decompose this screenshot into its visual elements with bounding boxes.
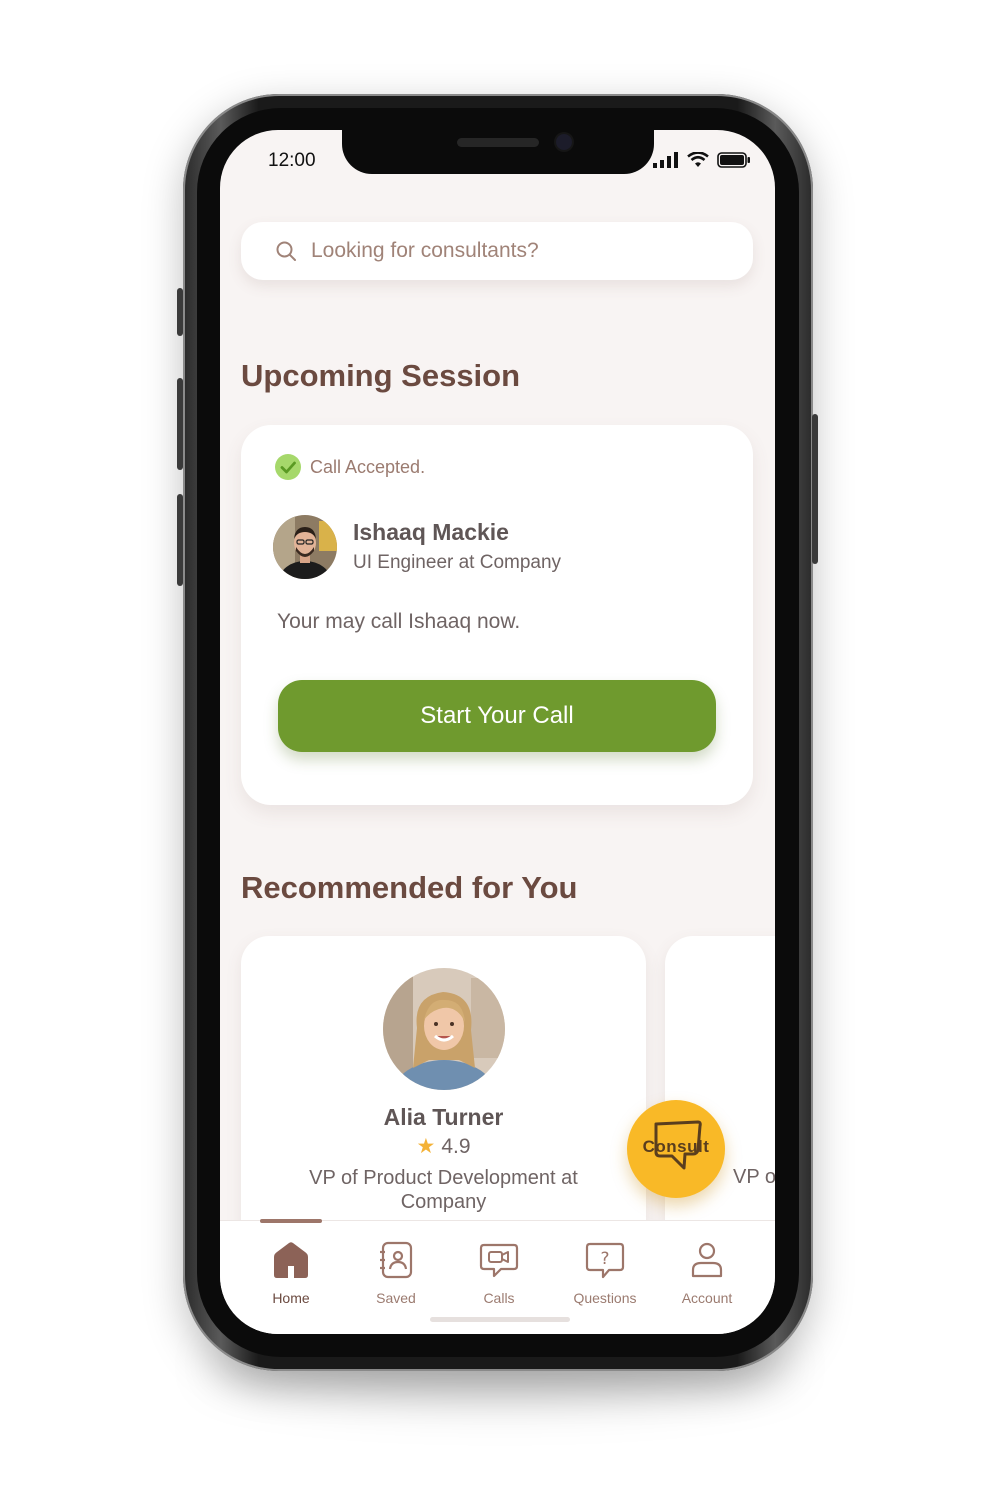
rating-value: 4.9 [441,1135,471,1158]
consultant-role: VP of Product Development at Company [309,1167,578,1213]
tab-label: Questions [573,1290,637,1306]
tab-label: Calls [483,1290,515,1306]
home-indicator [430,1317,570,1322]
wifi-icon [687,152,709,167]
consult-label: Consult [642,1137,710,1156]
check-circle-icon [275,454,301,480]
status-icons [653,152,751,168]
start-call-button[interactable]: Start Your Call [278,680,716,752]
consultant-card-partial[interactable]: VP o [665,936,775,1256]
avatar [383,968,505,1090]
consultant-card[interactable]: Alia Turner ★ 4.9 VP of Product Developme… [241,936,646,1256]
volume-up-button [177,378,183,470]
call-status-text: Call Accepted. [310,456,426,477]
tab-calls[interactable]: Calls [454,1241,544,1306]
volume-down-button [177,494,183,586]
battery-icon [717,152,750,168]
star-icon: ★ [416,1135,436,1158]
avatar [273,515,337,579]
home-icon [274,1242,308,1278]
call-status: Call Accepted. [274,453,425,481]
upcoming-session-card: Call Accepted. Ishaaq Mackie UI Engineer… [241,425,753,805]
tab-account[interactable]: Account [662,1241,752,1306]
video-chat-icon [479,1243,519,1278]
recommended-title: Recommended for You [241,870,578,905]
consultant-rating: ★ 4.9 [241,1134,646,1159]
active-tab-indicator [260,1219,322,1223]
tab-label: Saved [376,1290,416,1306]
consultant-name: Ishaaq Mackie [353,519,509,545]
upcoming-session-title: Upcoming Session [241,358,521,393]
contacts-book-icon [380,1241,413,1279]
search-icon [276,241,296,261]
tab-label: Home [272,1290,310,1306]
signal-icon [653,152,678,168]
consultant-role: UI Engineer at Company [353,552,562,573]
search-input[interactable] [309,238,733,264]
consult-button[interactable]: Consult [627,1100,725,1198]
tab-saved[interactable]: Saved [351,1241,441,1306]
consultant-name: Alia Turner [383,1104,504,1130]
consultant-role: VP o [733,1166,775,1188]
call-message: Your may call Ishaaq now. [277,610,521,633]
bottom-tab-bar: Home Saved Calls ? Questions Account [220,1219,775,1334]
tab-questions[interactable]: ? Questions [560,1241,650,1306]
mute-switch [177,288,183,336]
user-icon [691,1242,723,1278]
tab-label: Account [681,1290,733,1306]
power-button [812,414,818,564]
svg-text:?: ? [600,1249,609,1269]
tab-home[interactable]: Home [246,1241,336,1306]
status-time: 12:00 [268,150,316,171]
app-screen: 12:00 Upcoming Session [220,130,775,1334]
search-bar[interactable] [241,222,753,280]
question-bubble-icon: ? [585,1242,625,1279]
notch [342,130,654,174]
